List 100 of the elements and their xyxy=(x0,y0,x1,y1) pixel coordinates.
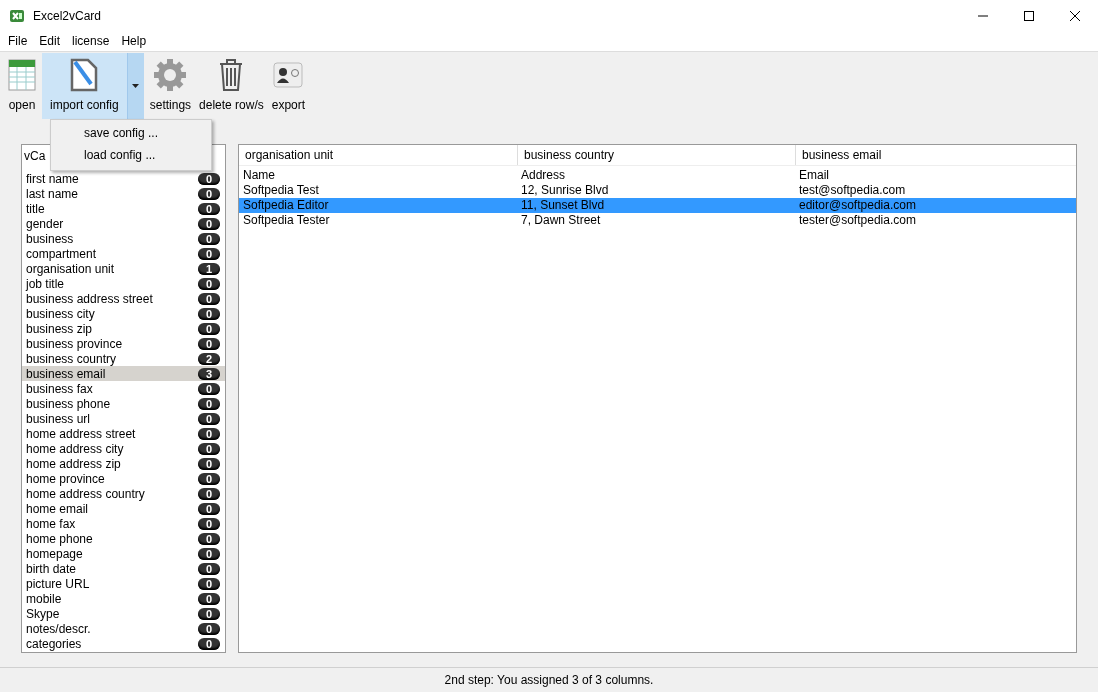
list-item[interactable]: mobile 0 xyxy=(22,591,225,606)
status-bar: 2nd step: You assigned 3 of 3 columns. xyxy=(0,667,1098,692)
list-item[interactable]: business address street 0 xyxy=(22,291,225,306)
toolbar-button[interactable]: import config xyxy=(42,53,127,119)
column-header[interactable]: business country xyxy=(517,145,795,165)
list-item[interactable]: business 0 xyxy=(22,231,225,246)
toolbar-button[interactable]: delete row/s xyxy=(197,53,266,119)
spreadsheet-icon xyxy=(8,59,36,91)
list-item[interactable]: homepage 0 xyxy=(22,546,225,561)
list-item[interactable]: home address street 0 xyxy=(22,426,225,441)
maximize-icon xyxy=(1024,10,1034,21)
menu-item[interactable]: Edit xyxy=(33,31,67,51)
list-item[interactable]: home fax 0 xyxy=(22,516,225,531)
list-item[interactable]: home address country 0 xyxy=(22,486,225,501)
table-cell-text: Name xyxy=(242,168,276,183)
list-item[interactable]: organisation unit 1 xyxy=(22,261,225,276)
table-row[interactable]: Softpedia Tester 7, Dawn Street tester@softpedia.com xyxy=(239,213,1076,228)
count-badge: 0 xyxy=(198,412,220,425)
list-item[interactable]: home province 0 xyxy=(22,471,225,486)
list-item[interactable]: gender 0 xyxy=(22,216,225,231)
count-badge: 0 xyxy=(198,487,220,500)
count-badge: 0 xyxy=(198,277,220,290)
table-cell-text: 11, Sunset Blvd xyxy=(520,198,606,213)
menu-item[interactable]: license xyxy=(66,31,116,51)
count-badge: 0 xyxy=(198,502,220,515)
list-item[interactable]: business city 0 xyxy=(22,306,225,321)
gear-icon xyxy=(153,58,188,92)
list-item[interactable]: home email 0 xyxy=(22,501,225,516)
table-cell-text: Softpedia Tester xyxy=(242,213,331,228)
list-item[interactable]: first name 0 xyxy=(22,171,225,186)
count-badge: 0 xyxy=(198,187,220,200)
count-badge: 0 xyxy=(198,547,220,560)
list-item[interactable]: last name 0 xyxy=(22,186,225,201)
field-label: business province xyxy=(26,336,123,351)
column-header[interactable]: organisation unit xyxy=(239,145,517,165)
field-label: first name xyxy=(26,171,79,186)
list-item[interactable]: business province 0 xyxy=(22,336,225,351)
list-item[interactable]: home phone 0 xyxy=(22,531,225,546)
count-badge: 0 xyxy=(198,457,220,470)
count-badge: 1 xyxy=(198,262,220,275)
list-item[interactable]: home address city 0 xyxy=(22,441,225,456)
field-label: business xyxy=(26,231,74,246)
list-item[interactable]: business country 2 xyxy=(22,351,225,366)
contact-card-icon xyxy=(273,62,304,88)
field-label: business zip xyxy=(26,321,93,336)
menu-item[interactable]: load config ... xyxy=(51,145,211,167)
count-badge: 0 xyxy=(198,637,220,650)
field-label: categories xyxy=(26,636,82,651)
field-label: business city xyxy=(26,306,95,321)
count-badge: 0 xyxy=(198,562,220,575)
toolbar-button[interactable]: open xyxy=(6,53,38,119)
count-badge: 0 xyxy=(198,592,220,605)
count-badge: 0 xyxy=(198,172,220,185)
table-cell-text: test@softpedia.com xyxy=(798,183,907,198)
list-item[interactable]: home address zip 0 xyxy=(22,456,225,471)
field-label: job title xyxy=(26,276,65,291)
list-item[interactable]: title 0 xyxy=(22,201,225,216)
toolbar-button[interactable]: export xyxy=(269,53,308,119)
field-label: Skype xyxy=(26,606,60,621)
count-badge: 3 xyxy=(198,367,220,380)
count-badge: 0 xyxy=(198,427,220,440)
list-item[interactable]: Skype 0 xyxy=(22,606,225,621)
column-header[interactable]: business email xyxy=(795,145,1076,165)
table-cell-text: Softpedia Test xyxy=(242,183,320,198)
list-item[interactable]: job title 0 xyxy=(22,276,225,291)
count-badge: 0 xyxy=(198,472,220,485)
table-row[interactable]: Name Address Email xyxy=(239,168,1076,183)
document-pencil-icon xyxy=(69,58,100,92)
menu-item[interactable]: save config ... xyxy=(51,123,211,145)
field-label: home address street xyxy=(26,426,136,441)
list-item[interactable]: categories 0 xyxy=(22,636,225,651)
table-row[interactable]: Softpedia Test 12, Sunrise Blvd test@softpedia.com xyxy=(239,183,1076,198)
list-item[interactable]: business phone 0 xyxy=(22,396,225,411)
field-label: notes/descr. xyxy=(26,621,91,636)
list-item[interactable]: notes/descr. 0 xyxy=(22,621,225,636)
list-item[interactable]: business url 0 xyxy=(22,411,225,426)
table-cell-text: 12, Sunrise Blvd xyxy=(520,183,610,198)
list-item[interactable]: business zip 0 xyxy=(22,321,225,336)
count-badge: 0 xyxy=(198,607,220,620)
field-label: picture URL xyxy=(26,576,90,591)
toolbar-button[interactable]: settings xyxy=(147,53,194,119)
table-row[interactable]: Softpedia Editor 11, Sunset Blvd editor@softpedia.com xyxy=(239,198,1076,213)
list-item[interactable]: birth date 0 xyxy=(22,561,225,576)
list-item[interactable]: picture URL 0 xyxy=(22,576,225,591)
field-label: home address city xyxy=(26,441,124,456)
menu-item[interactable]: File xyxy=(2,31,34,51)
field-label: business phone xyxy=(26,396,111,411)
list-item[interactable]: compartment 0 xyxy=(22,246,225,261)
list-item[interactable]: business fax 0 xyxy=(22,381,225,396)
count-badge: 0 xyxy=(198,517,220,530)
menu-item[interactable]: Help xyxy=(115,31,153,51)
list-item[interactable]: business email 3 xyxy=(22,366,225,381)
trash-icon xyxy=(218,58,245,92)
field-label: business address street xyxy=(26,291,153,306)
count-badge: 0 xyxy=(198,337,220,350)
field-label: business url xyxy=(26,411,91,426)
field-label: gender xyxy=(26,216,64,231)
window-title: Excel2vCard xyxy=(33,8,103,23)
field-label: organisation unit xyxy=(26,261,115,276)
count-badge: 2 xyxy=(198,352,220,365)
